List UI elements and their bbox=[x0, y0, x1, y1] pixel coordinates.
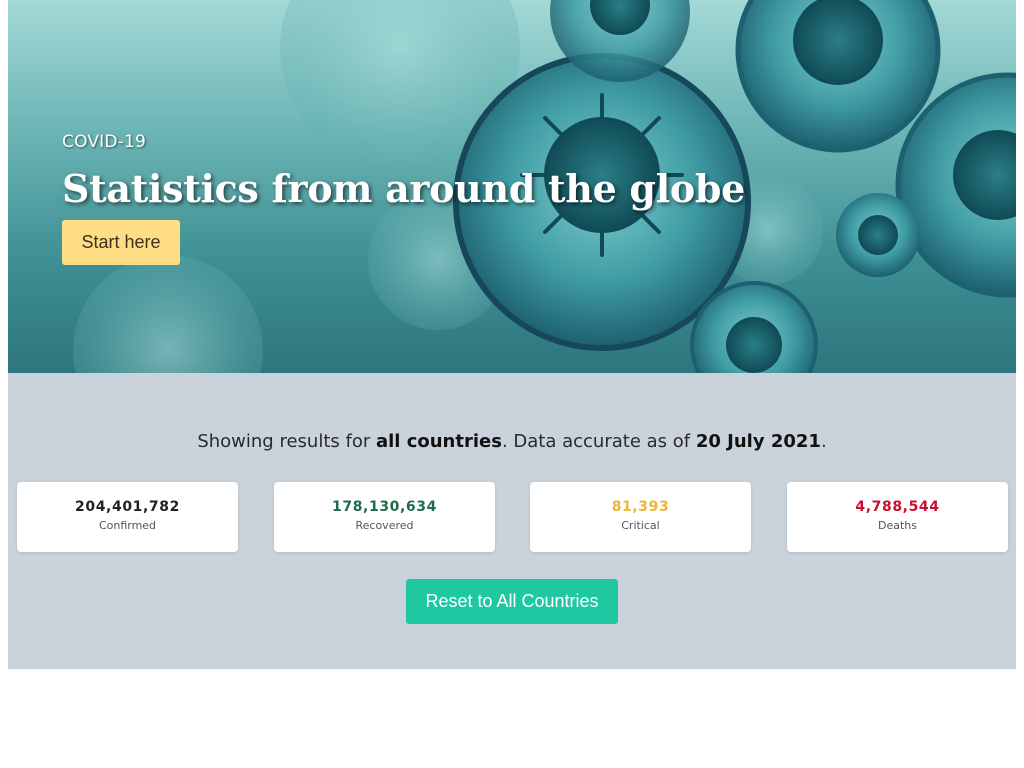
start-here-button[interactable]: Start here bbox=[62, 220, 180, 265]
summary-date: 20 July 2021 bbox=[695, 431, 821, 452]
stats-section: Showing results for all countries. Data … bbox=[8, 373, 1016, 669]
stat-card-critical: 81,393 Critical bbox=[530, 482, 751, 552]
summary-scope: all countries bbox=[375, 431, 502, 452]
stat-card-confirmed: 204,401,782 Confirmed bbox=[17, 482, 238, 552]
results-summary: Showing results for all countries. Data … bbox=[8, 431, 1016, 452]
stat-cards: 204,401,782 Confirmed 178,130,634 Recove… bbox=[17, 482, 1008, 552]
summary-prefix: Showing results for bbox=[197, 431, 376, 452]
stat-value: 178,130,634 bbox=[332, 499, 437, 515]
stat-label: Deaths bbox=[878, 519, 917, 532]
hero-kicker: COVID-19 bbox=[62, 132, 147, 152]
stat-card-deaths: 4,788,544 Deaths bbox=[787, 482, 1008, 552]
hero-banner: COVID-19 Statistics from around the glob… bbox=[8, 0, 1016, 373]
stat-value: 4,788,544 bbox=[855, 499, 940, 515]
reset-all-countries-button[interactable]: Reset to All Countries bbox=[406, 579, 618, 624]
summary-middle: . Data accurate as of bbox=[501, 431, 696, 452]
page: COVID-19 Statistics from around the glob… bbox=[8, 0, 1016, 669]
stat-label: Confirmed bbox=[98, 519, 157, 532]
hero-text: COVID-19 Statistics from around the glob… bbox=[62, 132, 745, 211]
stat-value: 81,393 bbox=[611, 499, 670, 515]
summary-suffix: . bbox=[820, 431, 827, 452]
stat-label: Critical bbox=[621, 519, 660, 532]
stat-value: 204,401,782 bbox=[75, 499, 180, 515]
stat-label: Recovered bbox=[355, 519, 414, 532]
hero-headline: Statistics from around the globe bbox=[62, 166, 746, 211]
stat-card-recovered: 178,130,634 Recovered bbox=[274, 482, 495, 552]
